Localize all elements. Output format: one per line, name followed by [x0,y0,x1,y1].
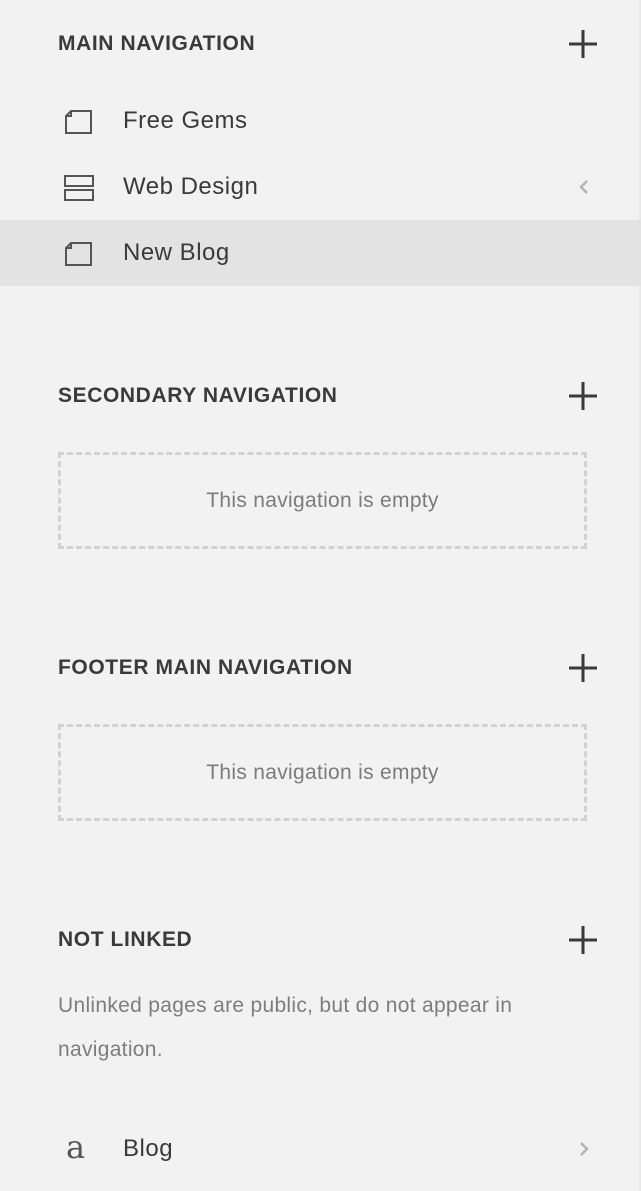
nav-item-label: Free Gems [123,107,248,134]
not-linked-description: Unlinked pages are public, but do not ap… [58,994,513,1061]
section-title: MAIN NAVIGATION [58,32,256,55]
nav-item-label: Web Design [123,173,259,200]
footer-navigation-dropzone[interactable]: This navigation is empty [58,724,587,821]
nav-item-blog[interactable]: a Blog [0,1116,641,1182]
nav-item-web-design[interactable]: Web Design [0,154,641,220]
plus-icon[interactable] [568,29,598,59]
chevron-right-icon[interactable] [576,1141,592,1157]
section-title: NOT LINKED [58,928,193,951]
footer-navigation-header: FOOTER MAIN NAVIGATION [58,653,598,683]
page-icon [64,239,94,269]
chevron-left-icon[interactable] [576,179,592,195]
index-icon [64,173,94,203]
secondary-navigation-header: SECONDARY NAVIGATION [58,381,598,411]
blog-letter-icon: a [66,1128,86,1166]
pages-panel: MAIN NAVIGATION Free Gems Web Design New… [0,0,641,1191]
nav-item-label: Blog [123,1135,174,1162]
plus-icon[interactable] [568,653,598,683]
nav-item-free-gems[interactable]: Free Gems [0,88,641,154]
plus-icon[interactable] [568,381,598,411]
plus-icon[interactable] [568,925,598,955]
main-navigation-header: MAIN NAVIGATION [58,29,598,59]
empty-message: This navigation is empty [206,488,439,512]
nav-item-new-blog[interactable]: New Blog [0,220,641,286]
page-icon [64,107,94,137]
not-linked-header: NOT LINKED [58,925,598,955]
nav-item-label: New Blog [123,239,230,266]
section-title: FOOTER MAIN NAVIGATION [58,656,353,679]
secondary-navigation-dropzone[interactable]: This navigation is empty [58,452,587,549]
section-title: SECONDARY NAVIGATION [58,384,338,407]
empty-message: This navigation is empty [206,760,439,784]
